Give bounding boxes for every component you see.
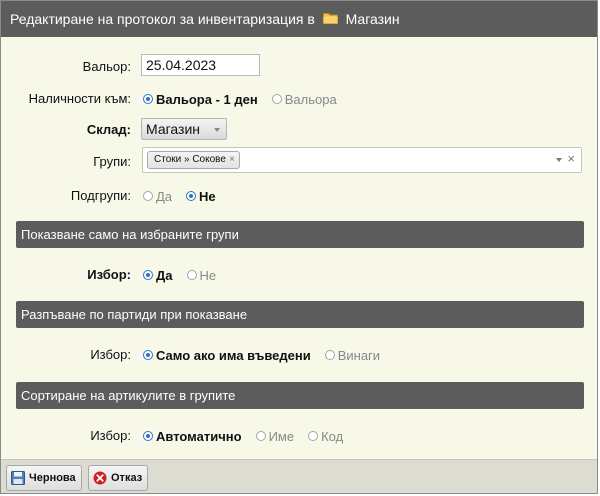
chevron-down-icon: [214, 128, 220, 132]
radio-label: Име: [268, 428, 295, 444]
batches-radio-group: Само ако има въведени Винаги: [143, 343, 394, 367]
stock-row: Наличности към: Вальора - 1 ден Вальора: [1, 87, 597, 111]
sorting-radio-group: Автоматично Име Код: [143, 424, 357, 448]
cancel-button-label: Отказ: [111, 472, 143, 484]
stock-radio-group: Вальора - 1 ден Вальора: [143, 87, 351, 111]
radio-show-selected-no[interactable]: Не: [186, 267, 217, 283]
radio-dot-selected: [143, 94, 153, 104]
radio-show-selected-yes[interactable]: Да: [143, 268, 173, 283]
radio-batches-only-if-entered[interactable]: Само ако има въведени: [143, 348, 311, 363]
subgroups-row: Подгрупи: Да Не: [1, 184, 597, 208]
subgroups-radio-group: Да Не: [143, 184, 230, 208]
dialog-footer: Чернова Отказ: [1, 459, 597, 493]
radio-label: Автоматично: [156, 428, 242, 444]
groups-multiselect[interactable]: Стоки » Сокове × ×: [142, 147, 582, 173]
groups-row: Групи: Стоки » Сокове × ×: [1, 147, 597, 174]
radio-sort-code[interactable]: Код: [308, 429, 343, 444]
radio-batches-always[interactable]: Винаги: [324, 347, 381, 363]
radio-stock-valior[interactable]: Вальора: [271, 91, 337, 107]
groups-label: Групи:: [93, 154, 131, 169]
radio-dot: [271, 94, 282, 104]
tag-remove-icon[interactable]: ×: [229, 154, 235, 165]
warehouse-label: Склад:: [86, 122, 131, 137]
dialog-title: Редактиране на протокол за инвентаризаци…: [10, 11, 315, 28]
dialog-store-name: Магазин: [345, 11, 400, 28]
radio-label: Само ако има въведени: [156, 347, 311, 363]
valior-label: Вальор:: [82, 59, 131, 74]
warehouse-row: Склад: Магазин: [1, 118, 597, 142]
cancel-icon: [93, 471, 107, 485]
radio-dot-selected: [143, 431, 153, 441]
radio-sort-name[interactable]: Име: [255, 428, 295, 444]
dialog-titlebar: Редактиране на протокол за инвентаризаци…: [1, 1, 597, 37]
save-icon: [11, 471, 25, 485]
warehouse-selected-value: Магазин: [146, 121, 201, 137]
section-header-show-selected-groups: Показване само на избраните групи: [16, 221, 584, 248]
edit-inventory-dialog: Редактиране на протокол за инвентаризаци…: [0, 0, 598, 494]
draft-button[interactable]: Чернова: [6, 465, 82, 491]
section-header-sorting: Сортиране на артикулите в групите: [16, 382, 584, 409]
radio-label: Не: [199, 188, 216, 204]
radio-label: Код: [321, 428, 344, 444]
valior-row: Вальор: 25.04.2023: [1, 54, 597, 79]
draft-button-label: Чернова: [29, 472, 76, 484]
radio-subgroups-yes[interactable]: Да: [143, 189, 172, 204]
sorting-row: Избор: Автоматично Име Код: [1, 424, 597, 448]
valior-input[interactable]: 25.04.2023: [141, 54, 260, 76]
radio-dot: [186, 270, 197, 280]
radio-subgroups-no[interactable]: Не: [186, 189, 216, 204]
choice-label: Избор:: [87, 267, 131, 282]
radio-dot: [324, 350, 335, 360]
dropdown-arrow-icon[interactable]: [556, 158, 562, 162]
radio-label: Винаги: [337, 347, 381, 363]
radio-label: Да: [156, 188, 173, 204]
radio-label: Вальора: [284, 91, 337, 107]
radio-dot-selected: [143, 350, 153, 360]
radio-label: Не: [199, 267, 217, 283]
radio-dot: [308, 431, 319, 441]
subgroups-label: Подгрупи:: [70, 188, 131, 203]
radio-label: Да: [156, 267, 173, 283]
radio-dot: [143, 191, 153, 201]
stock-label: Наличности към:: [28, 91, 131, 106]
choice-label: Избор:: [90, 428, 131, 443]
warehouse-select[interactable]: Магазин: [141, 118, 227, 140]
radio-sort-automatic[interactable]: Автоматично: [143, 429, 242, 444]
show-selected-radio-group: Да Не: [143, 263, 230, 287]
clear-icon[interactable]: ×: [567, 151, 575, 166]
batches-row: Избор: Само ако има въведени Винаги: [1, 343, 597, 367]
radio-dot-selected: [186, 191, 197, 201]
radio-label: Вальора - 1 ден: [156, 91, 258, 107]
cancel-button[interactable]: Отказ: [88, 465, 149, 491]
choice-label: Избор:: [90, 347, 131, 362]
radio-dot-selected: [143, 270, 153, 280]
section-header-batches: Разпъване по партиди при показване: [16, 301, 584, 328]
show-selected-groups-row: Избор: Да Не: [1, 263, 597, 287]
group-tag-label: Стоки » Сокове: [154, 154, 226, 165]
radio-stock-valior-minus-1[interactable]: Вальора - 1 ден: [143, 92, 258, 107]
radio-dot: [255, 431, 266, 441]
group-tag: Стоки » Сокове ×: [147, 151, 240, 169]
folder-icon: [322, 1, 338, 37]
